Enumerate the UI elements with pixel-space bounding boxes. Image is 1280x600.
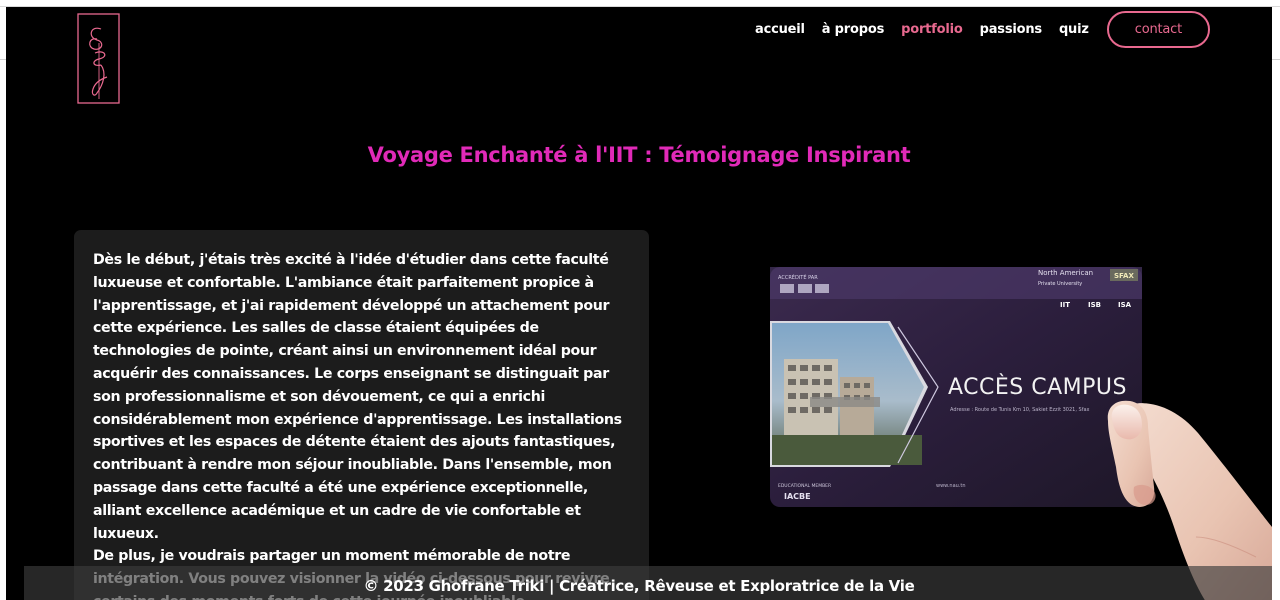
card-university-line2: Private University (1038, 281, 1082, 287)
card-iacbe: IACBE (784, 492, 811, 501)
nav-item-passions[interactable]: passions (980, 22, 1043, 37)
contact-button[interactable]: contact (1106, 10, 1210, 48)
card-logo-isa: ISA (1118, 301, 1132, 309)
card-university-line1: North American (1038, 269, 1093, 277)
browser-top-bar (0, 0, 1280, 7)
card-educational-member: EDUCATIONAL MEMBER (778, 483, 831, 489)
page: accueil à propos portfolio passions quiz… (6, 7, 1272, 600)
footer: © 2023 Ghofrane Triki | Créatrice, Rêveu… (24, 566, 1272, 600)
nav-item-portfolio[interactable]: portfolio (901, 22, 963, 37)
card-logo-iit: IIT (1060, 301, 1070, 309)
card-logo-isb: ISB (1088, 301, 1101, 309)
right-window-edge (1272, 7, 1280, 600)
main-nav: accueil à propos portfolio passions quiz… (738, 10, 1210, 48)
testimonial-card: Dès le début, j'étais très excité à l'id… (74, 230, 649, 600)
nav-item-accueil[interactable]: accueil (755, 22, 805, 37)
card-city: SFAX (1114, 272, 1134, 280)
testimonial-paragraph-1: Dès le début, j'étais très excité à l'id… (93, 252, 622, 542)
card-website: www.nau.tn (936, 483, 966, 489)
page-title: Voyage Enchanté à l'IIT : Témoignage Ins… (367, 143, 911, 167)
nav-item-a-propos[interactable]: à propos (822, 22, 885, 37)
card-accredited-label: ACCRÉDITÉ PAR (778, 273, 818, 281)
logo-monogram-icon[interactable] (77, 13, 120, 104)
nav-item-quiz[interactable]: quiz (1059, 22, 1089, 37)
footer-copyright: © 2023 Ghofrane Triki | Créatrice, Rêveu… (363, 577, 915, 595)
card-address: Adresse : Route de Tunis Km 10, Sakiet E… (950, 407, 1090, 413)
